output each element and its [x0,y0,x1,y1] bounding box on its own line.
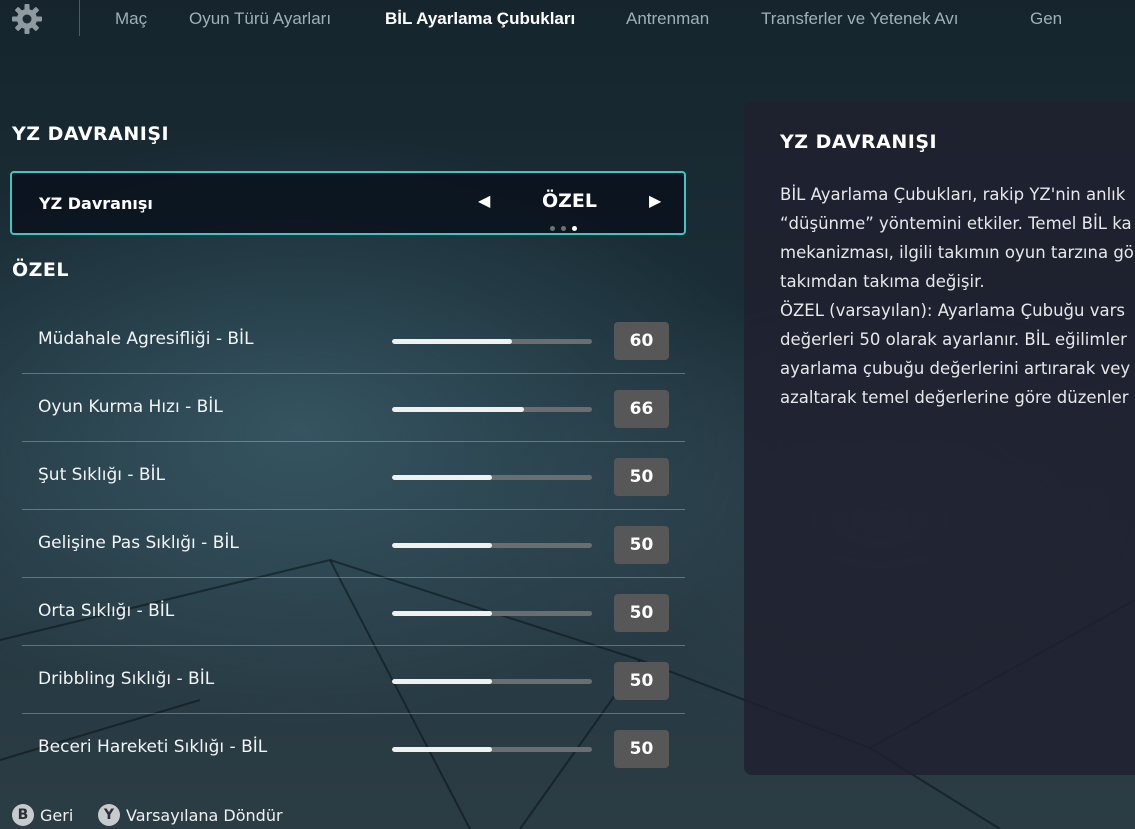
slider-label: Şut Sıklığı - BİL [38,465,166,485]
tab-training[interactable]: Antrenman [626,9,709,29]
info-line: değerleri 50 olarak ayarlanır. BİL eğili… [780,330,1127,349]
triangle-left-icon[interactable]: ◀ [478,191,490,210]
slider-fill [392,475,492,480]
slider-fill [392,339,512,344]
info-line: ayarlama çubuğu değerlerini artırarak ve… [780,359,1131,378]
ai-behavior-label: YZ Davranışı [39,194,153,213]
info-line: takımdan takıma değişir. [780,272,985,291]
slider-list: Müdahale Agresifliği - BİL 60 Oyun Kurma… [22,306,685,782]
page-dot [550,226,555,231]
b-button-icon: B [12,804,34,826]
back-label: Geri [40,805,74,825]
tab-transfers-scouting[interactable]: Transferler ve Yetenek Avı [761,9,959,29]
info-line: ÖZEL (varsayılan): Ayarlama Çubuğu vars [780,301,1125,320]
info-line: BİL Ayarlama Çubukları, rakip YZ'nin anl… [780,185,1126,204]
page-dot-active [572,226,577,231]
slider-row-lobbed-pass-frequency[interactable]: Gelişine Pas Sıklığı - BİL 50 [22,510,685,578]
slider-fill [392,747,492,752]
ai-behavior-value: ÖZEL [541,190,597,212]
slider-value: 50 [614,458,669,496]
slider-value: 60 [614,322,669,360]
slider-track[interactable] [392,543,592,548]
reset-default-label: Varsayılana Döndür [126,805,283,825]
info-line: mekanizması, ilgili takımın oyun tarzına… [780,243,1134,262]
section-title-custom: ÖZEL [12,259,70,281]
tab-general[interactable]: Gen [1030,9,1062,29]
top-navigation: Maç Oyun Türü Ayarları BİL Ayarlama Çubu… [0,0,1135,40]
slider-track[interactable] [392,407,592,412]
slider-row-skill-move-frequency[interactable]: Beceri Hareketi Sıklığı - BİL 50 [22,714,685,782]
slider-label: Gelişine Pas Sıklığı - BİL [38,533,239,553]
ai-behavior-selector[interactable]: YZ Davranışı ◀ ÖZEL ▶ [10,171,686,235]
slider-label: Beceri Hareketi Sıklığı - BİL [38,737,268,757]
slider-label: Oyun Kurma Hızı - BİL [38,397,223,417]
info-line: “düşünme” yöntemini etkiler. Temel BİL k… [780,214,1132,233]
slider-track[interactable] [392,611,592,616]
page-dot [561,226,566,231]
triangle-right-icon[interactable]: ▶ [649,191,661,210]
slider-value: 50 [614,730,669,768]
slider-track[interactable] [392,747,592,752]
slider-fill [392,611,492,616]
slider-fill [392,543,492,548]
slider-value: 50 [614,594,669,632]
slider-value: 66 [614,390,669,428]
tab-game-mode-settings[interactable]: Oyun Türü Ayarları [189,9,331,29]
slider-fill [392,679,492,684]
slider-row-shot-frequency[interactable]: Şut Sıklığı - BİL 50 [22,442,685,510]
info-description: BİL Ayarlama Çubukları, rakip YZ'nin anl… [780,180,1135,412]
slider-label: Dribbling Sıklığı - BİL [38,669,215,689]
slider-row-dribbling-frequency[interactable]: Dribbling Sıklığı - BİL 50 [22,646,685,714]
slider-value: 50 [614,662,669,700]
slider-value: 50 [614,526,669,564]
slider-label: Müdahale Agresifliği - BİL [38,329,254,349]
info-line: azaltarak temel değerlerine göre düzenle… [780,388,1129,407]
info-panel: YZ DAVRANIŞI BİL Ayarlama Çubukları, rak… [744,102,1135,775]
slider-row-tackle-aggression[interactable]: Müdahale Agresifliği - BİL 60 [22,306,685,374]
nav-divider [79,0,80,36]
reset-default-button[interactable]: Y Varsayılana Döndür [98,804,283,826]
slider-row-cross-frequency[interactable]: Orta Sıklığı - BİL 50 [22,578,685,646]
tab-ai-sliders[interactable]: BİL Ayarlama Çubukları [385,9,575,29]
gear-icon[interactable] [10,2,44,36]
slider-track[interactable] [392,679,592,684]
slider-track[interactable] [392,475,592,480]
page-indicator [550,216,583,235]
back-button[interactable]: B Geri [12,804,73,826]
slider-row-build-up-speed[interactable]: Oyun Kurma Hızı - BİL 66 [22,374,685,442]
info-title: YZ DAVRANIŞI [780,131,938,153]
section-title-ai-behavior: YZ DAVRANIŞI [12,123,170,145]
slider-fill [392,407,524,412]
slider-label: Orta Sıklığı - BİL [38,601,175,621]
slider-track[interactable] [392,339,592,344]
tab-mac[interactable]: Maç [115,9,147,29]
y-button-icon: Y [98,804,120,826]
